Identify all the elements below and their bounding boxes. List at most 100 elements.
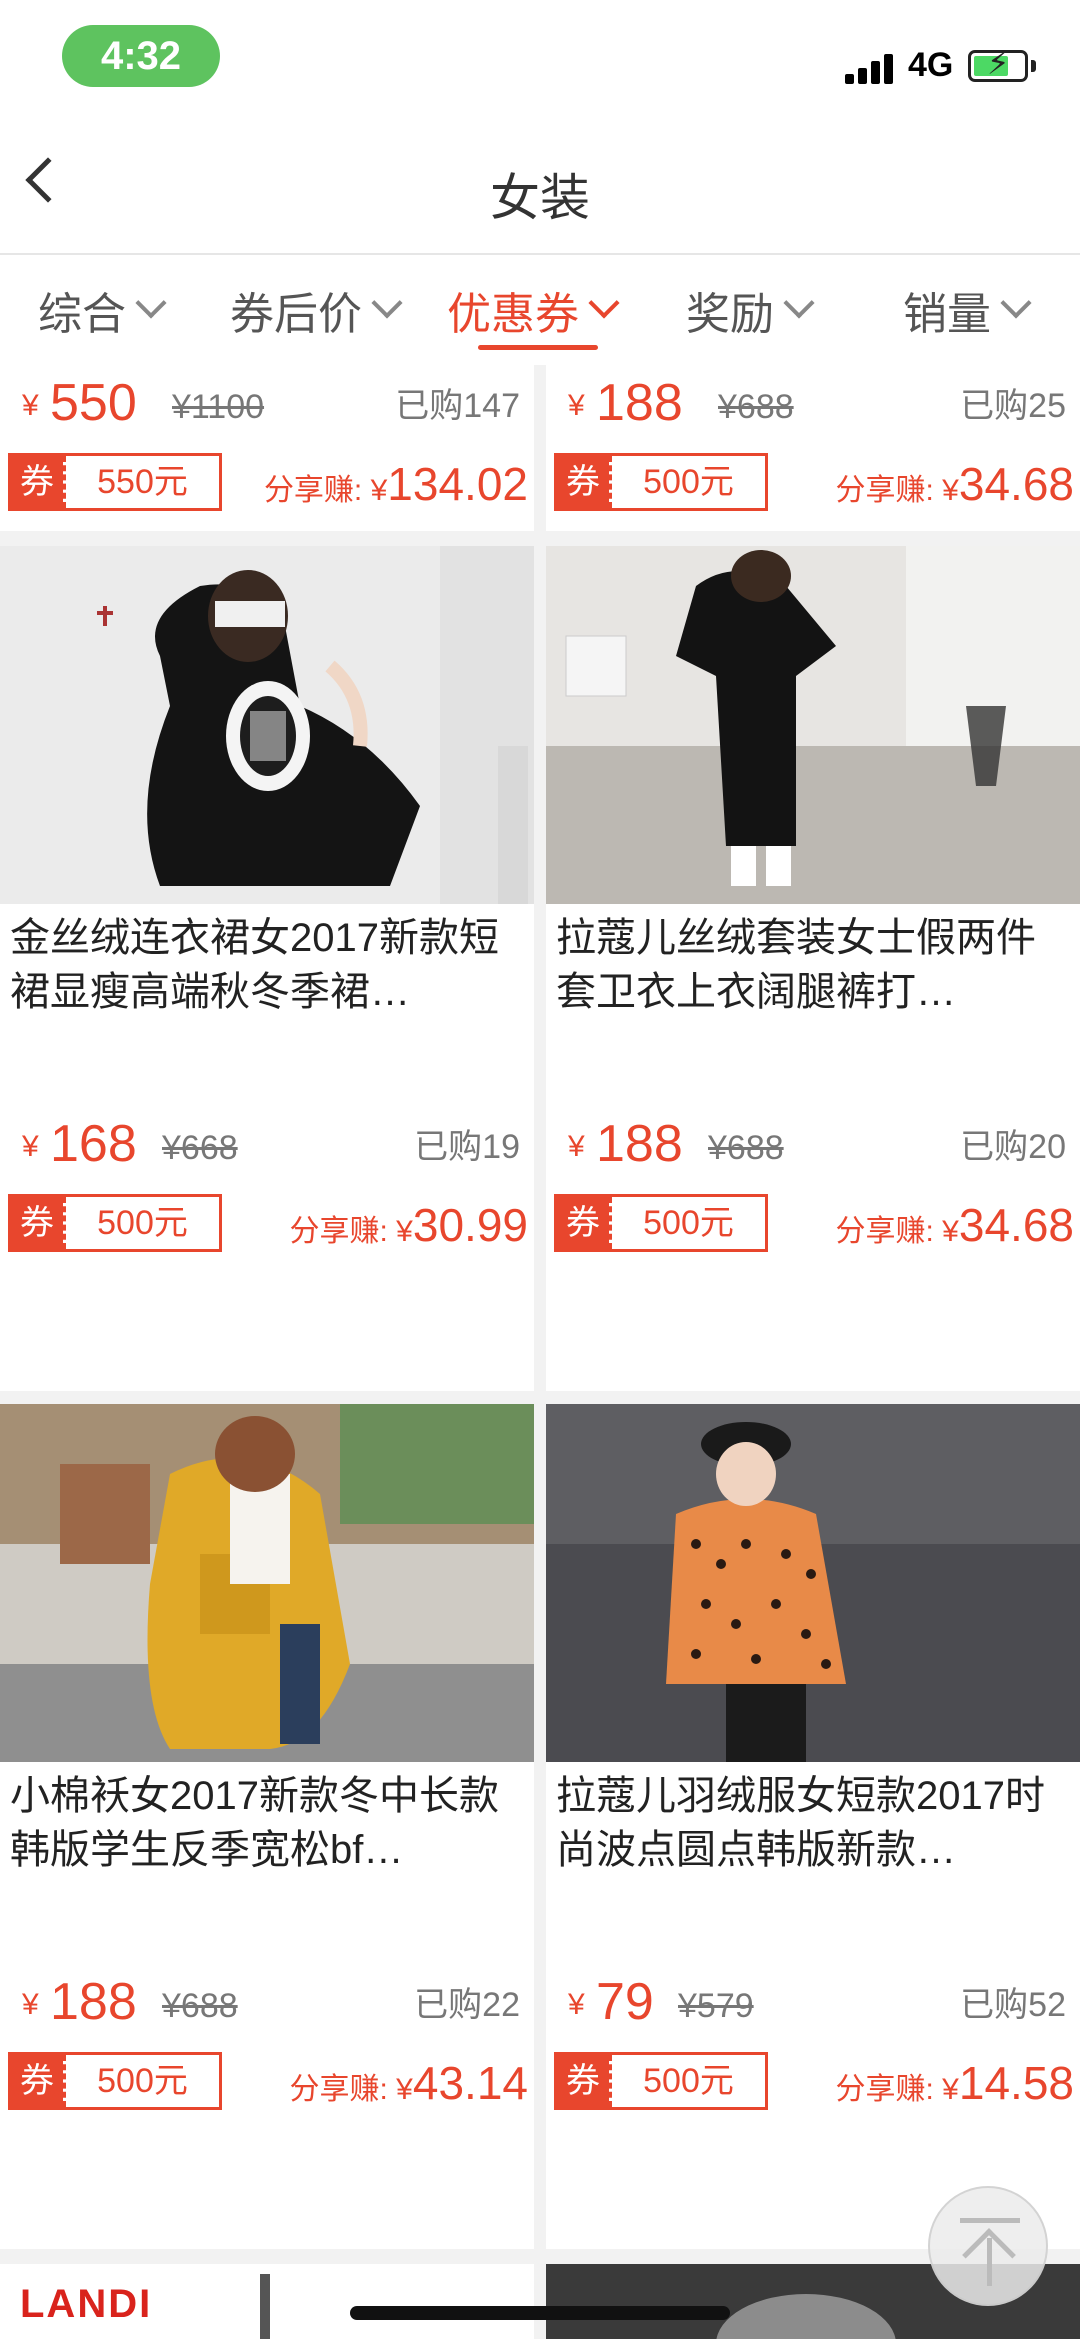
product-card[interactable]: 金丝绒连衣裙女2017新款短裙显瘦高端秋冬季裙… ¥ 168 ¥668 已购19… [0, 546, 534, 1391]
product-card[interactable]: ¥ 188 ¥688 已购25 券 500元 分享赚: ¥34.68 [546, 365, 1080, 531]
coupon-row: 券 500元 分享赚: ¥34.68 [546, 453, 1080, 511]
coupon-amount: 500元 [609, 1197, 765, 1249]
product-photo-polka-dot-jacket [546, 1404, 1080, 1762]
share-earn-amount: 43.14 [412, 2057, 528, 2109]
chevron-down-icon [135, 287, 167, 319]
product-image[interactable] [546, 1404, 1080, 1762]
filter-tab-sales[interactable]: 销量 [903, 255, 1032, 365]
price-row: ¥ 79 ¥579 已购52 [546, 1972, 1080, 2032]
price-row: ¥ 188 ¥688 已购22 [0, 1972, 534, 2032]
currency-symbol: ¥ [568, 1130, 585, 1163]
share-earn-button[interactable]: 分享赚: ¥134.02 [264, 457, 528, 511]
home-indicator[interactable] [350, 2306, 730, 2320]
share-earn-button[interactable]: 分享赚: ¥30.99 [290, 1198, 528, 1252]
brand-logo: LANDI [20, 2282, 153, 2326]
coupon-amount: 500元 [609, 2055, 765, 2107]
product-image[interactable]: LANDI [0, 2264, 534, 2339]
share-earn-amount: 14.58 [958, 2057, 1074, 2109]
coupon-badge: 券 550元 [8, 453, 222, 511]
product-title: 金丝绒连衣裙女2017新款短裙显瘦高端秋冬季裙… [10, 916, 499, 1014]
share-earn-button[interactable]: 分享赚: ¥43.14 [290, 2056, 528, 2110]
nav-bar: 女装 [0, 110, 1080, 255]
battery-icon: ⚡ [968, 47, 1028, 82]
coupon-label: 券 [11, 2055, 63, 2107]
coupon-amount: 500元 [609, 456, 765, 508]
coupon-row: 券 500元 分享赚: ¥34.68 [546, 1194, 1080, 1252]
coupon-row: 券 500元 分享赚: ¥43.14 [0, 2052, 534, 2110]
original-price: ¥1100 [172, 388, 265, 426]
coupon-row: 券 550元 分享赚: ¥134.02 [0, 453, 534, 511]
coupon-amount: 500元 [63, 1197, 219, 1249]
page-title: 女装 [490, 170, 590, 226]
coupon-row: 券 500元 分享赚: ¥14.58 [546, 2052, 1080, 2110]
product-card[interactable]: 拉蔻儿丝绒套装女士假两件套卫衣上衣阔腿裤打… ¥ 188 ¥688 已购20 券… [546, 546, 1080, 1391]
battery-cap [1031, 60, 1036, 72]
coupon-label: 券 [11, 1197, 63, 1249]
coupon-label: 券 [557, 456, 609, 508]
product-photo-yellow-coat [0, 1404, 534, 1762]
share-earn-button[interactable]: 分享赚: ¥14.58 [836, 2056, 1074, 2110]
filter-tab-comprehensive[interactable]: 综合 [38, 255, 167, 365]
original-price: ¥668 [162, 1129, 238, 1167]
coupon-price: 188 [50, 1973, 137, 2031]
chevron-down-icon [371, 287, 403, 319]
currency-symbol: ¥ [568, 1988, 585, 2021]
coupon-amount: 500元 [63, 2055, 219, 2107]
coupon-label: 券 [557, 1197, 609, 1249]
price-row: ¥ 168 ¥668 已购19 [0, 1114, 534, 1174]
filter-tab-label: 券后价 [230, 290, 362, 339]
coupon-label: 券 [557, 2055, 609, 2107]
chevron-down-icon [1000, 287, 1032, 319]
share-earn-amount: 134.02 [387, 458, 528, 510]
share-earn-label: 分享赚: ¥ [835, 474, 959, 507]
sold-count: 已购25 [960, 387, 1066, 425]
currency-symbol: ¥ [568, 389, 585, 422]
coupon-price: 79 [596, 1973, 654, 2031]
coupon-badge: 券 500元 [554, 1194, 768, 1252]
product-card[interactable]: 小棉袄女2017新款冬中长款韩版学生反季宽松bf… ¥ 188 ¥688 已购2… [0, 1404, 534, 2249]
currency-symbol: ¥ [22, 1130, 39, 1163]
original-price: ¥579 [678, 1987, 754, 2025]
price-row: ¥ 188 ¥688 已购25 [546, 373, 1080, 433]
product-card[interactable]: 拉蔻儿羽绒服女短款2017时尚波点圆点韩版新款… ¥ 79 ¥579 已购52 … [546, 1404, 1080, 2249]
product-title: 拉蔻儿羽绒服女短款2017时尚波点圆点韩版新款… [556, 1774, 1045, 1872]
sold-count: 已购147 [395, 387, 520, 425]
coupon-badge: 券 500元 [554, 453, 768, 511]
original-price: ¥688 [718, 388, 794, 426]
active-tab-indicator [478, 345, 598, 350]
filter-tab-after-coupon-price[interactable]: 券后价 [230, 255, 403, 365]
chevron-down-icon [588, 287, 620, 319]
product-photo-black-dress [0, 546, 534, 904]
filter-tab-label: 奖励 [686, 290, 774, 339]
coupon-price: 168 [50, 1115, 137, 1173]
filter-tab-reward[interactable]: 奖励 [686, 255, 815, 365]
share-earn-label: 分享赚: ¥ [289, 2073, 413, 2106]
product-image[interactable] [0, 546, 534, 904]
share-earn-button[interactable]: 分享赚: ¥34.68 [836, 457, 1074, 511]
coupon-row: 券 500元 分享赚: ¥30.99 [0, 1194, 534, 1252]
original-price: ¥688 [162, 1987, 238, 2025]
coupon-amount: 550元 [63, 456, 219, 508]
product-image[interactable] [0, 1404, 534, 1762]
share-earn-button[interactable]: 分享赚: ¥34.68 [836, 1198, 1074, 1252]
share-earn-amount: 30.99 [412, 1199, 528, 1251]
product-title: 拉蔻儿丝绒套装女士假两件套卫衣上衣阔腿裤打… [556, 916, 1036, 1014]
coupon-price: 188 [596, 1115, 683, 1173]
product-card[interactable]: ¥ 550 ¥1100 已购147 券 550元 分享赚: ¥134.02 [0, 365, 534, 531]
price-row: ¥ 550 ¥1100 已购147 [0, 373, 534, 433]
currency-symbol: ¥ [22, 389, 39, 422]
filter-tab-label: 销量 [903, 290, 991, 339]
share-earn-amount: 34.68 [958, 1199, 1074, 1251]
coupon-badge: 券 500元 [554, 2052, 768, 2110]
sold-count: 已购22 [414, 1986, 520, 2024]
network-label: 4G [908, 46, 954, 84]
share-earn-amount: 34.68 [958, 458, 1074, 510]
share-earn-label: 分享赚: ¥ [289, 1215, 413, 1248]
product-image[interactable] [546, 546, 1080, 904]
signal-icon [845, 52, 897, 84]
product-photo-partial [260, 2274, 270, 2339]
share-earn-label: 分享赚: ¥ [263, 474, 388, 507]
product-title: 小棉袄女2017新款冬中长款韩版学生反季宽松bf… [10, 1774, 499, 1872]
status-time: 4:32 [62, 25, 220, 87]
back-to-top-icon[interactable] [928, 2186, 1048, 2306]
